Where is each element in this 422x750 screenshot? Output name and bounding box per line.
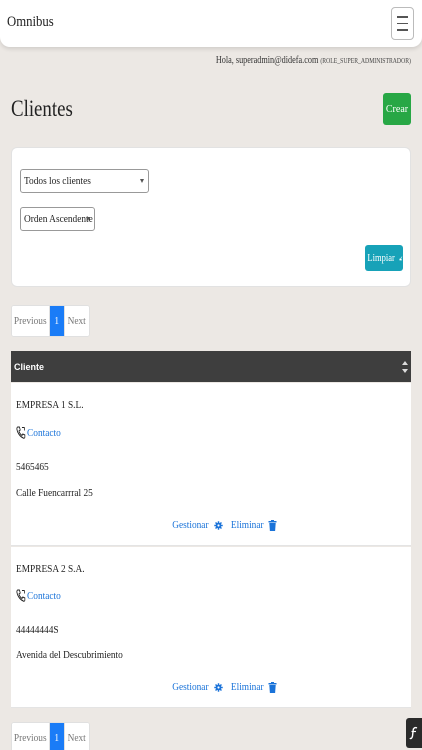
order-select[interactable]: Orden Ascendente bbox=[20, 207, 95, 231]
pagination-previous-label: Previous bbox=[14, 315, 47, 327]
page-title: Clientes bbox=[11, 96, 73, 121]
pagination-next[interactable]: Next bbox=[64, 723, 89, 750]
pagination-bottom: Previous 1 Next bbox=[11, 722, 90, 750]
clear-button[interactable]: Limpiar bbox=[365, 245, 403, 271]
clients-select-value: Todos los clientes bbox=[24, 175, 91, 187]
pagination-previous[interactable]: Previous bbox=[12, 306, 50, 336]
contact-link[interactable]: Contacto bbox=[16, 426, 61, 439]
gear-icon bbox=[214, 682, 223, 692]
pagination-next-label: Next bbox=[67, 732, 87, 744]
delete-label: Eliminar bbox=[230, 681, 264, 693]
symfony-icon[interactable] bbox=[406, 718, 422, 748]
delete-label: Eliminar bbox=[230, 519, 264, 531]
pagination-page-label: 1 bbox=[54, 315, 60, 327]
pagination-page-1[interactable]: 1 bbox=[50, 306, 64, 336]
table-row: EMPRESA 1 S.L. Contacto 5465465 Calle Fu… bbox=[11, 383, 411, 546]
table-header-label: Cliente bbox=[14, 361, 45, 372]
contact-label: Contacto bbox=[27, 589, 61, 602]
user-greeting: Hola, superadmin@didefa.com (ROLE_SUPER_… bbox=[216, 55, 411, 66]
greeting-text: Hola, superadmin@didefa.com bbox=[215, 55, 319, 66]
order-select-value: Orden Ascendente bbox=[24, 213, 93, 225]
manage-label: Gestionar bbox=[172, 519, 209, 531]
client-phone: 5465465 bbox=[16, 461, 49, 473]
pagination-next-label: Next bbox=[67, 315, 87, 327]
pagination-page-label: 1 bbox=[54, 732, 60, 744]
phone-icon bbox=[16, 426, 26, 439]
client-phone: 44444444S bbox=[16, 624, 59, 636]
manage-link[interactable]: Gestionar bbox=[169, 519, 223, 531]
client-address: Avenida del Descubrimiento bbox=[16, 649, 123, 661]
client-address: Calle Fuencarrral 25 bbox=[16, 487, 93, 499]
create-button[interactable]: Crear bbox=[383, 93, 411, 125]
pagination-previous[interactable]: Previous bbox=[12, 723, 50, 750]
trash-icon bbox=[268, 519, 277, 531]
navbar: Omnibus bbox=[0, 0, 422, 47]
symfony-glyph bbox=[409, 726, 418, 740]
trash-icon bbox=[268, 681, 277, 693]
clients-select[interactable]: Todos los clientes bbox=[20, 169, 149, 193]
row-actions: Gestionar Eliminar bbox=[169, 519, 277, 531]
contact-label: Contacto bbox=[27, 426, 61, 439]
broom-icon bbox=[399, 255, 403, 260]
delete-link[interactable]: Eliminar bbox=[228, 519, 278, 531]
hamburger-icon bbox=[397, 16, 408, 18]
phone-icon bbox=[16, 589, 26, 602]
gear-icon bbox=[214, 520, 223, 530]
manage-label: Gestionar bbox=[172, 681, 209, 693]
table-header-cliente[interactable]: Cliente bbox=[11, 351, 411, 382]
table-row: EMPRESA 2 S.A. Contacto 44444444S Avenid… bbox=[11, 547, 411, 708]
row-actions: Gestionar Eliminar bbox=[169, 681, 277, 693]
contact-link[interactable]: Contacto bbox=[16, 589, 61, 602]
delete-link[interactable]: Eliminar bbox=[228, 681, 278, 693]
client-name: EMPRESA 2 S.A. bbox=[16, 563, 85, 575]
sort-icon bbox=[402, 361, 408, 373]
clear-button-label: Limpiar bbox=[367, 252, 395, 264]
client-name: EMPRESA 1 S.L. bbox=[16, 399, 84, 411]
pagination-top: Previous 1 Next bbox=[11, 305, 90, 337]
menu-toggle-button[interactable] bbox=[391, 7, 414, 40]
chevron-down-icon bbox=[140, 179, 144, 183]
manage-link[interactable]: Gestionar bbox=[169, 681, 223, 693]
pagination-next[interactable]: Next bbox=[64, 306, 89, 336]
pagination-previous-label: Previous bbox=[14, 732, 47, 744]
app-brand[interactable]: Omnibus bbox=[7, 14, 54, 31]
pagination-page-1[interactable]: 1 bbox=[50, 723, 64, 750]
user-role: (ROLE_SUPER_ADMINISTRADOR) bbox=[320, 57, 411, 65]
filter-card: Todos los clientes Orden Ascendente Limp… bbox=[11, 147, 411, 287]
chevron-down-icon bbox=[86, 217, 90, 221]
